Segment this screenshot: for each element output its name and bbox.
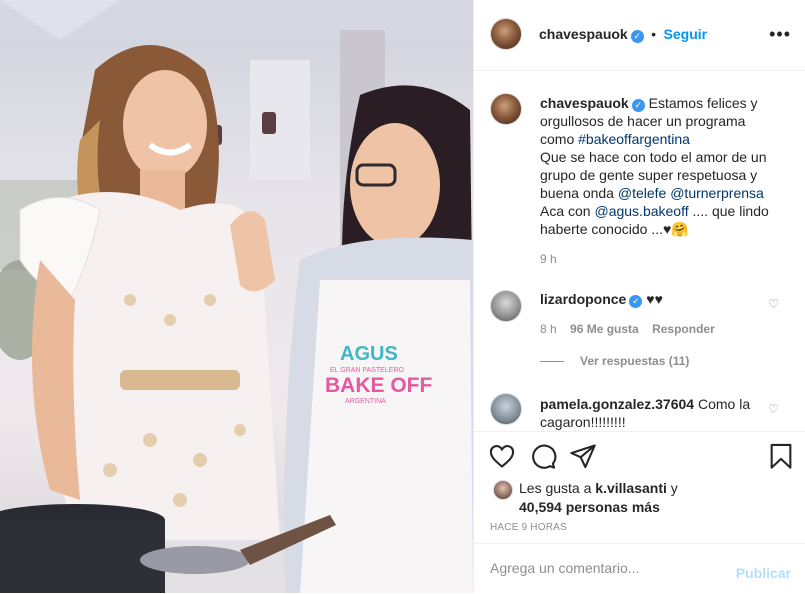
save-bookmark-icon[interactable] <box>767 442 795 470</box>
caption-time[interactable]: 9 h <box>540 250 780 268</box>
apron-text-agus: AGUS <box>340 343 398 365</box>
view-replies-label: Ver respuestas (11) <box>580 354 690 368</box>
likes-user-link[interactable]: k.villasanti <box>595 480 667 496</box>
post-comment-button[interactable]: Publicar <box>736 565 791 581</box>
caption-avatar[interactable] <box>490 93 522 125</box>
post-photo-illustration: AGUS EL GRAN PASTELERO BAKE OFF ARGENTIN… <box>0 0 473 593</box>
follow-button[interactable]: Seguir <box>664 26 708 42</box>
caption-text: chavespauok ✓ Estamos felices y orgulloso… <box>540 94 780 268</box>
comment-avatar-lizardoponce[interactable] <box>490 290 522 322</box>
comment-1-likes[interactable]: 96 Me gusta <box>570 322 639 336</box>
caption-part-3: Aca con <box>540 203 591 219</box>
verified-badge-icon: ✓ <box>630 30 644 43</box>
like-heart-icon[interactable] <box>488 442 516 470</box>
comment-2-like-icon[interactable]: ♡ <box>768 402 779 416</box>
more-options-icon[interactable]: ••• <box>769 24 791 45</box>
comment-1-meta: 8 h 96 Me gusta Responder <box>540 322 715 336</box>
post-timestamp[interactable]: HACE 9 HORAS <box>490 522 567 533</box>
mention-link-turnerprensa[interactable]: @turnerprensa <box>670 185 764 201</box>
comment-1-verified-icon: ✓ <box>629 295 643 308</box>
comment-2: pamela.gonzalez.37604 Como la cagaron!!!… <box>540 395 758 431</box>
apron-text-country: ARGENTINA <box>345 398 386 405</box>
caption-verified-icon: ✓ <box>631 99 645 112</box>
hashtag-link[interactable]: #bakeoffargentina <box>578 131 690 147</box>
comment-1-username[interactable]: lizardoponce <box>540 291 626 307</box>
likes-conj: y <box>670 480 678 496</box>
author-avatar[interactable] <box>490 18 522 50</box>
likes-summary: Les gusta a k.villasanti y 40,594 person… <box>519 479 678 517</box>
comment-1-time[interactable]: 8 h <box>540 322 557 336</box>
comment-1-reply-button[interactable]: Responder <box>652 322 715 336</box>
likes-count-button[interactable]: 40,594 personas más <box>519 499 660 515</box>
post-header: chavespauok ✓ • Seguir ••• <box>474 0 805 71</box>
post-actions: Les gusta a k.villasanti y 40,594 person… <box>474 431 805 544</box>
apron-text-subtitle: EL GRAN PASTELERO <box>330 367 404 374</box>
share-send-icon[interactable] <box>569 442 597 470</box>
comment-bubble-icon[interactable] <box>529 442 557 470</box>
comment-1: lizardoponce ✓ ♥♥ <box>540 291 663 308</box>
comments-list[interactable]: chavespauok ✓ Estamos felices y orgulloso… <box>474 71 805 431</box>
view-replies-button[interactable]: Ver respuestas (11) <box>540 354 689 368</box>
author-username[interactable]: chavespauok <box>539 26 628 42</box>
comment-1-like-icon[interactable]: ♡ <box>768 297 779 311</box>
apron-text-bakeoff: BAKE OFF <box>325 374 433 397</box>
comment-2-username[interactable]: pamela.gonzalez.37604 <box>540 396 694 412</box>
likes-prefix: Les gusta a <box>519 480 592 496</box>
replies-divider-line <box>540 361 564 363</box>
add-comment-bar: Publicar <box>474 543 805 594</box>
liker-avatar[interactable] <box>493 480 513 500</box>
comment-input[interactable] <box>490 558 720 578</box>
header-separator: • <box>651 26 657 42</box>
mention-link-agus[interactable]: @agus.bakeoff <box>594 203 688 219</box>
mention-link-telefe[interactable]: @telefe <box>618 185 666 201</box>
comment-avatar-pamela[interactable] <box>490 393 522 425</box>
post-sidebar: chavespauok ✓ • Seguir ••• chavespauok ✓ E… <box>473 0 805 593</box>
caption-username[interactable]: chavespauok <box>540 95 629 111</box>
comment-1-text: ♥♥ <box>646 291 663 307</box>
post-photo[interactable]: AGUS EL GRAN PASTELERO BAKE OFF ARGENTIN… <box>0 0 473 593</box>
